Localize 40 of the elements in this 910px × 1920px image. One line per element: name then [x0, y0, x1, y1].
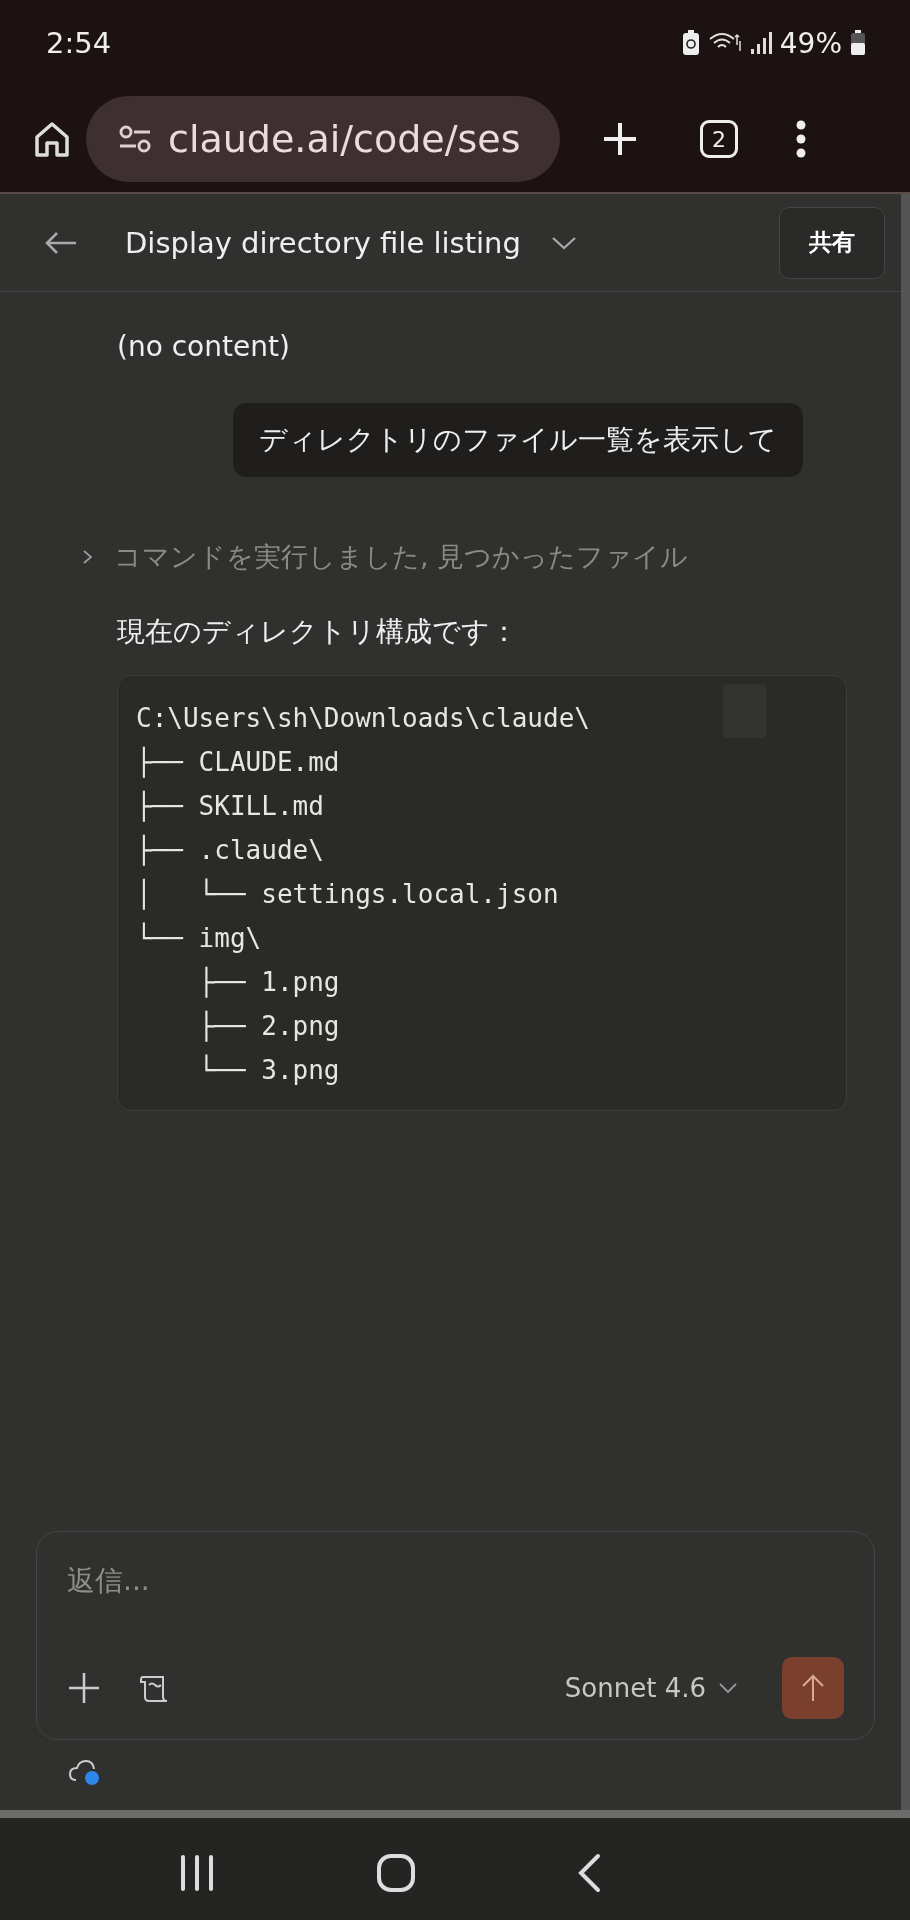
battery-level: 49% — [779, 26, 842, 60]
chevron-right-icon — [82, 549, 94, 565]
code-line: C:\Users\sh\Downloads\claude\ — [136, 702, 590, 735]
battery-saver-icon — [681, 30, 700, 56]
code-line: └── 3.png — [197, 1053, 340, 1087]
home-icon[interactable] — [32, 119, 72, 159]
site-settings-icon[interactable] — [118, 125, 152, 153]
chevron-down-icon[interactable] — [718, 1682, 738, 1694]
home-button-icon[interactable] — [376, 1853, 416, 1893]
back-icon[interactable] — [576, 1853, 602, 1893]
code-line: │ └── settings.local.json — [136, 877, 559, 912]
chat-title[interactable]: Display directory file listing — [125, 225, 521, 260]
tab-count-button[interactable]: 2 — [700, 120, 738, 158]
send-button[interactable] — [782, 1657, 844, 1719]
cloud-icon[interactable] — [68, 1758, 102, 1786]
code-line: ├── SKILL.md — [136, 789, 324, 824]
clock: 2:54 — [46, 26, 113, 60]
assistant-message: 現在のディレクトリ構成です： — [117, 614, 519, 650]
recent-apps-icon[interactable] — [178, 1855, 216, 1891]
chevron-down-icon[interactable] — [550, 234, 577, 251]
code-line: ├── .claude\ — [136, 833, 324, 868]
arrow-up-icon — [801, 1673, 825, 1703]
more-menu-icon[interactable] — [795, 119, 807, 159]
user-message-bubble: ディレクトリのファイル一覧を表示して — [233, 403, 803, 477]
code-line: └── img\ — [136, 921, 262, 955]
assistant-message: (no content) — [117, 330, 291, 363]
model-selector[interactable]: Sonnet 4.6 — [558, 1672, 744, 1704]
code-line: ├── 1.png — [197, 965, 340, 1000]
scroll-bar[interactable] — [0, 1810, 910, 1818]
address-bar[interactable]: claude.ai/code/ses — [86, 96, 560, 182]
code-line: ├── CLAUDE.md — [136, 745, 340, 780]
plus-icon[interactable] — [67, 1671, 101, 1705]
battery-icon — [850, 30, 866, 56]
url-text: claude.ai/code/ses — [168, 117, 521, 161]
code-line: ├── 2.png — [197, 1009, 340, 1044]
tool-call-toggle[interactable]: コマンドを実行しました, 見つかったファイル — [82, 539, 901, 575]
reply-input[interactable]: 返信... — [67, 1554, 844, 1607]
back-arrow-icon[interactable] — [44, 230, 78, 255]
share-button[interactable]: 共有 — [779, 206, 885, 279]
signal-icon — [749, 31, 772, 55]
